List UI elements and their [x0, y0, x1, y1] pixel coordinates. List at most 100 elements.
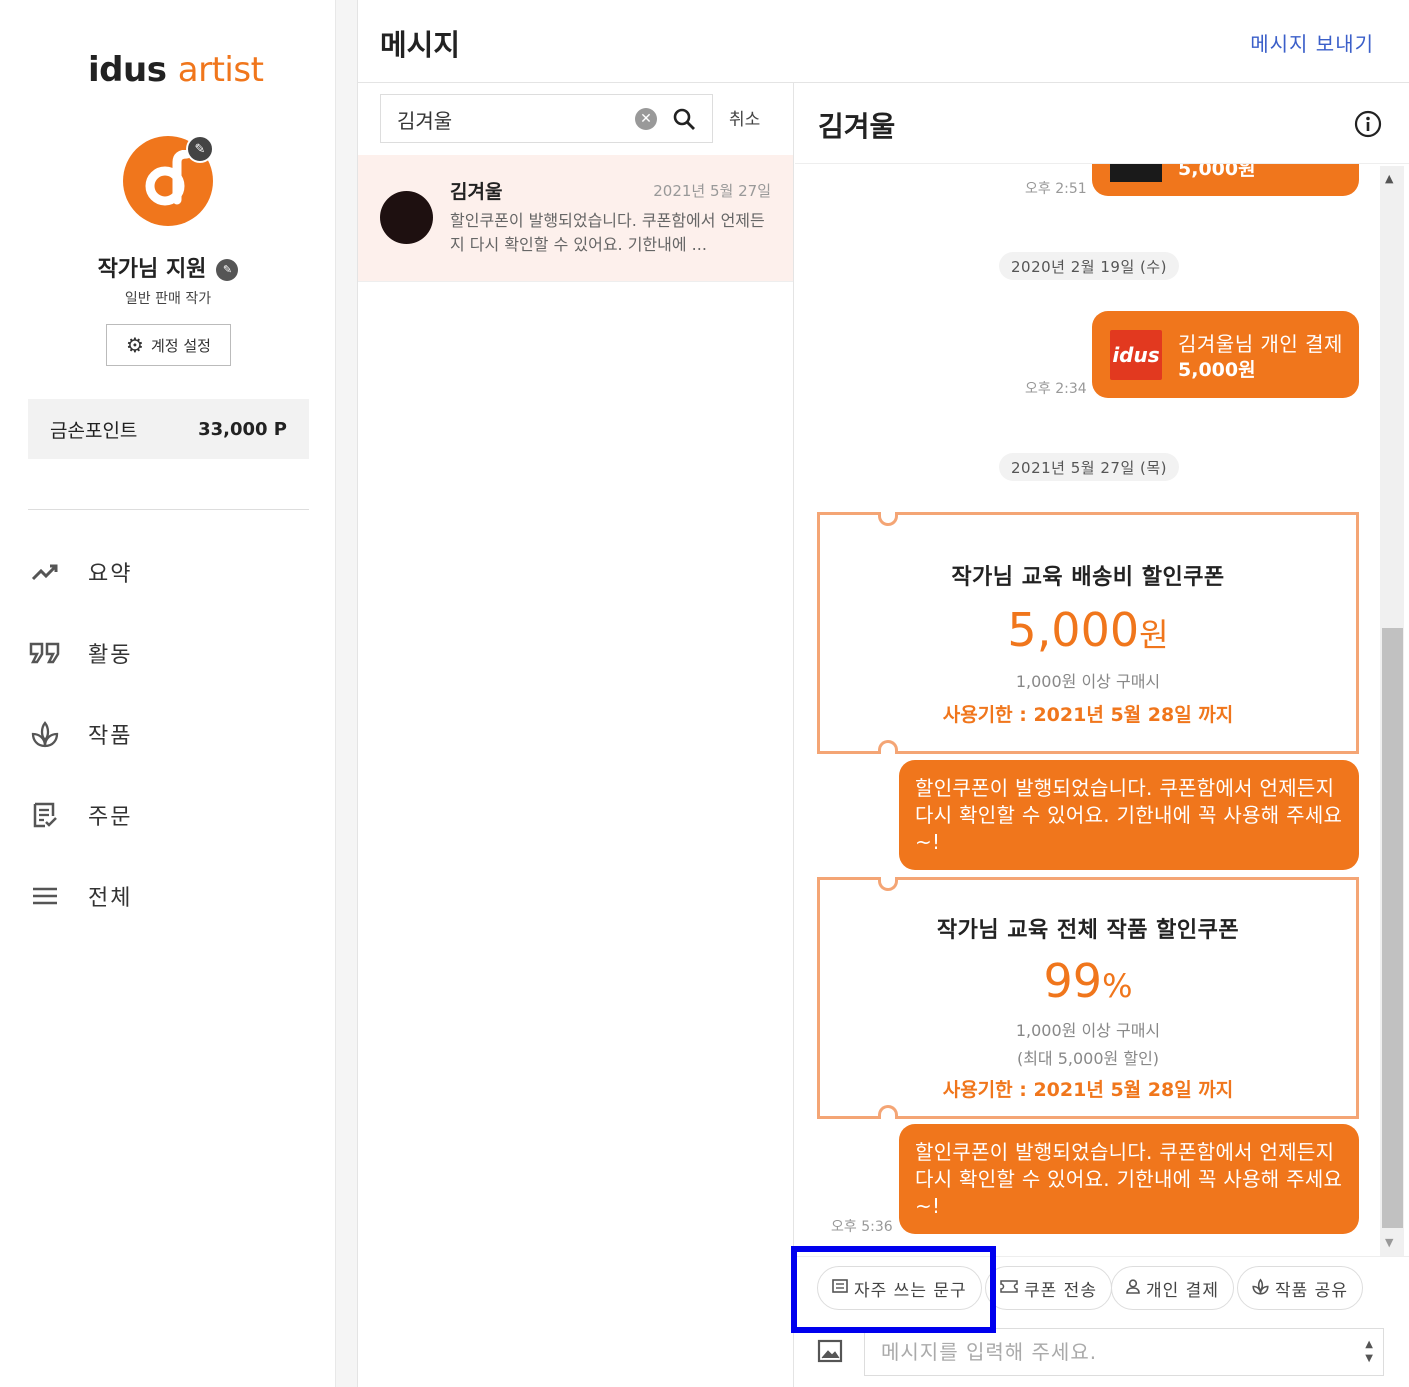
message-input[interactable]	[881, 1340, 1351, 1364]
nav-label: 요약	[88, 562, 133, 587]
coupon-expiry: 사용기한 : 2021년 5월 28일 까지	[942, 704, 1234, 726]
search-input[interactable]	[397, 107, 617, 131]
message-input-box: ▲▼	[864, 1328, 1384, 1376]
payment-amount: 5,000원	[1178, 359, 1256, 381]
chat-partner-name: 김겨울	[818, 110, 896, 143]
coupon-value-row: 99%	[820, 956, 1356, 1011]
private-payment-button[interactable]: 개인 결제	[1111, 1266, 1234, 1310]
payment-thumbnail	[1110, 164, 1162, 182]
coupon-title: 작가님 교육 배송비 할인쿠폰	[951, 565, 1225, 590]
clear-search-icon[interactable]: ✕	[635, 108, 657, 130]
conversation-preview: 할인쿠폰이 발행되었습니다. 쿠폰함에서 언제든지 다시 확인할 수 있어요. …	[450, 211, 765, 254]
scroll-down-arrow[interactable]: ▼	[1385, 1236, 1393, 1249]
coupon-unit: %	[1102, 967, 1133, 1005]
artist-name-row: 작가님 지원 ✎	[0, 251, 336, 283]
coupon-title: 작가님 교육 전체 작품 할인쿠폰	[936, 918, 1240, 943]
coupon-notch	[878, 740, 898, 754]
info-icon[interactable]	[1354, 110, 1382, 142]
send-coupon-button[interactable]: 쿠폰 전송	[985, 1266, 1112, 1310]
conversation-list-panel: ✕ 취소 김겨울 2021년 5월 27일 할인쿠폰이 발행되었습니다. 쿠폰함…	[358, 83, 794, 1387]
chat-header: 김겨울	[795, 83, 1409, 164]
order-list-icon	[28, 801, 62, 829]
avatar-edit-icon[interactable]: ✎	[186, 135, 214, 163]
send-message-link[interactable]: 메시지 보내기	[1250, 28, 1374, 57]
page-title: 메시지	[380, 28, 461, 62]
message-area: 5,000원 오후 2:51 2020년 2월 19일 (수) idus 김겨울…	[795, 164, 1409, 1256]
points-label: 금손포인트	[50, 419, 138, 442]
nav-label: 활동	[88, 643, 133, 668]
coupon-card[interactable]: 작가님 교육 전체 작품 할인쿠폰 99% 1,000원 이상 구매시 (최대 …	[817, 877, 1359, 1119]
artist-type: 일반 판매 작가	[124, 291, 212, 307]
avatar	[380, 191, 433, 244]
logo-text-artist: artist	[177, 50, 264, 90]
message-time: 오후 2:51	[1025, 181, 1087, 197]
points-box[interactable]: 금손포인트 33,000 P	[28, 399, 309, 459]
coupon-unit: 원	[1139, 616, 1169, 654]
image-attach-icon[interactable]	[817, 1339, 843, 1367]
conversation-name: 김겨울	[450, 181, 503, 203]
trending-up-icon	[28, 562, 62, 582]
account-settings-label: 계정 설정	[150, 336, 211, 355]
points-value: 33,000 P	[198, 418, 287, 440]
share-product-button[interactable]: 작품 공유	[1237, 1266, 1363, 1310]
idus-glyph-icon	[145, 150, 192, 206]
coupon-icon	[1000, 1279, 1018, 1297]
plant-icon	[28, 720, 62, 748]
quick-action-label: 쿠폰 전송	[1024, 1280, 1097, 1301]
nav-item-products[interactable]: 작품	[28, 714, 132, 754]
coupon-condition: 1,000원 이상 구매시	[1015, 1021, 1161, 1040]
conversation-item[interactable]: 김겨울 2021년 5월 27일 할인쿠폰이 발행되었습니다. 쿠폰함에서 언제…	[358, 155, 793, 282]
quick-action-label: 작품 공유	[1275, 1280, 1348, 1301]
account-settings-button[interactable]: ⚙ 계정 설정	[106, 324, 231, 366]
menu-icon	[28, 886, 62, 906]
coupon-card[interactable]: 작가님 교육 배송비 할인쿠폰 5,000원 1,000원 이상 구매시 사용기…	[817, 512, 1359, 754]
nav-item-summary[interactable]: 요약	[28, 552, 132, 592]
idus-artist-logo[interactable]: idus artist	[88, 50, 264, 90]
logo-text-idus: idus	[88, 50, 167, 90]
coupon-value: 99	[1043, 954, 1103, 1008]
coupon-max-discount: (최대 5,000원 할인)	[1016, 1049, 1160, 1068]
quote-icon	[28, 642, 62, 664]
highlight-box	[791, 1246, 996, 1333]
payment-amount: 5,000원	[1178, 164, 1256, 180]
nav-item-activity[interactable]: 활동	[28, 633, 132, 673]
coupon-notch	[878, 877, 898, 891]
date-separator: 2020년 2월 19일 (수)	[999, 252, 1180, 280]
coupon-value: 5,000	[1007, 603, 1140, 657]
message-time: 오후 5:36	[831, 1219, 893, 1235]
input-spinner-icon[interactable]: ▲ ▼	[1365, 1338, 1373, 1366]
sidebar: idus artist ✎ 작가님 지원 ✎ 일반 판매 작가 ⚙ 계정 설정 금손…	[0, 0, 336, 1387]
scrollbar-thumb[interactable]	[1382, 628, 1403, 1228]
search-cancel-button[interactable]: 취소	[729, 105, 760, 130]
coupon-expiry: 사용기한 : 2021년 5월 28일 까지	[942, 1079, 1234, 1101]
nav-label: 주문	[88, 805, 133, 830]
search-icon[interactable]	[672, 107, 696, 135]
date-separator: 2021년 5월 27일 (목)	[999, 453, 1180, 481]
nav-item-orders[interactable]: 주문	[28, 795, 132, 835]
nav-label: 작품	[88, 724, 133, 749]
coupon-notch	[878, 512, 898, 526]
message-time: 오후 2:34	[1025, 381, 1087, 397]
gear-icon: ⚙	[126, 333, 144, 357]
payment-title: 김겨울님 개인 결제	[1178, 332, 1343, 356]
scroll-up-arrow[interactable]: ▲	[1385, 172, 1393, 185]
conversation-date: 2021년 5월 27일	[653, 182, 771, 200]
plant-icon	[1252, 1278, 1269, 1299]
nav-item-all[interactable]: 전체	[28, 876, 132, 916]
idus-logo-thumbnail: idus	[1110, 330, 1162, 380]
chat-panel: 김겨울 5,000원 오후 2:51 2020년 2월 19일 (수) idus…	[795, 83, 1409, 1387]
name-edit-icon[interactable]: ✎	[216, 259, 239, 281]
quick-action-label: 개인 결제	[1146, 1280, 1219, 1301]
coupon-notice-bubble: 할인쿠폰이 발행되었습니다. 쿠폰함에서 언제든지 다시 확인할 수 있어요. …	[899, 760, 1359, 870]
coupon-value-row: 5,000원	[820, 605, 1356, 660]
person-icon	[1126, 1278, 1140, 1298]
payment-bubble-partial[interactable]: 5,000원	[1092, 164, 1359, 196]
search-box: ✕	[380, 94, 713, 143]
coupon-notch	[878, 1105, 898, 1119]
artist-name: 작가님 지원	[97, 257, 207, 282]
sidebar-divider	[28, 509, 309, 510]
payment-bubble[interactable]: idus 김겨울님 개인 결제 5,000원	[1092, 311, 1359, 398]
nav-label: 전체	[88, 886, 133, 911]
coupon-condition: 1,000원 이상 구매시	[1015, 672, 1161, 691]
main-panel: 메시지 메시지 보내기 ✕ 취소 김겨울 2021년 5월 27일 할인쿠폰이 …	[357, 0, 1409, 1387]
